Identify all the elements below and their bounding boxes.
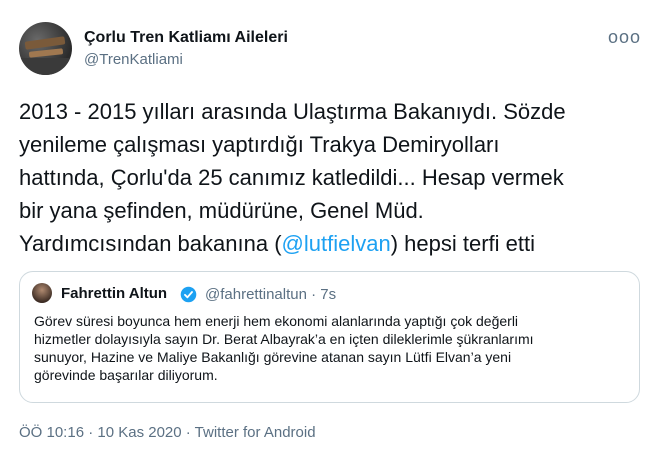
quoted-text-line: Görev süresi boyunca hem enerji hem ekon…: [34, 313, 519, 329]
verified-badge-icon: [180, 286, 197, 303]
tweet-text-line: yenileme çalışması yaptırdığı Trakya Dem…: [19, 132, 500, 157]
author-name[interactable]: Çorlu Tren Katliamı Aileleri: [84, 29, 288, 47]
quoted-avatar: [32, 283, 52, 303]
mention-link[interactable]: @lutfielvan: [282, 231, 391, 256]
avatar-image-part: [19, 58, 72, 75]
quoted-text-line: sunuyor, Hazine ve Maliye Bakanlığı göre…: [34, 349, 512, 365]
quoted-handle-time: @fahrettinaltun · 7s: [205, 286, 337, 303]
quoted-text-line: görevinde başarılar diliyorum.: [34, 367, 218, 383]
tweet-metadata[interactable]: ÖÖ 10:16 · 10 Kas 2020 · Twitter for And…: [19, 424, 316, 441]
tweet-text-line: Yardımcısından bakanına (@lutfielvan) he…: [19, 227, 639, 260]
quoted-text-line: hizmetler dolayısıyla sayın Dr. Berat Al…: [34, 331, 534, 347]
tweet-text-segment: Yardımcısından bakanına (: [19, 231, 282, 256]
avatar-image-part: [28, 48, 64, 58]
tweet-text-line: bir yana şefinden, müdürüne, Genel Müd.: [19, 198, 424, 223]
tweet-text-line: 2013 - 2015 yılları arasında Ulaştırma B…: [19, 99, 566, 124]
quoted-text: Görev süresi boyunca hem enerji hem ekon…: [34, 312, 634, 384]
avatar[interactable]: [19, 22, 72, 75]
quoted-tweet[interactable]: Fahrettin Altun @fahrettinaltun · 7s Gör…: [19, 271, 640, 403]
tweet-text-line: hattında, Çorlu'da 25 canımız katledildi…: [19, 165, 564, 190]
tweet-text-segment: ) hepsi terfi etti: [390, 231, 535, 256]
tweet-card: Çorlu Tren Katliamı Aileleri @TrenKatlia…: [0, 0, 659, 463]
tweet-text: 2013 - 2015 yılları arasında Ulaştırma B…: [19, 95, 639, 260]
author-handle[interactable]: @TrenKatliami: [84, 51, 183, 68]
more-dots-icon[interactable]: ooo: [608, 28, 641, 46]
quoted-author-name: Fahrettin Altun: [61, 285, 168, 302]
